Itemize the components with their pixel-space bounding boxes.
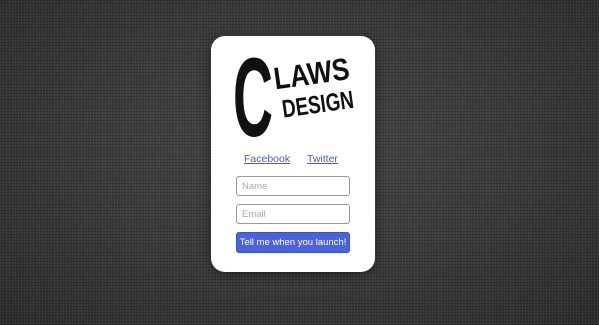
name-input[interactable] xyxy=(236,176,350,196)
claws-design-logo: C LAWS DESIGN xyxy=(235,56,355,142)
facebook-link[interactable]: Facebook xyxy=(244,153,290,165)
notify-launch-button[interactable]: Tell me when you launch! xyxy=(236,232,350,253)
twitter-link[interactable]: Twitter xyxy=(307,153,338,165)
logo-letter-c: C xyxy=(235,56,273,142)
social-links: Facebook Twitter xyxy=(211,153,375,167)
email-input[interactable] xyxy=(236,204,350,224)
signup-card: C LAWS DESIGN Facebook Twitter Tell me w… xyxy=(211,36,375,272)
